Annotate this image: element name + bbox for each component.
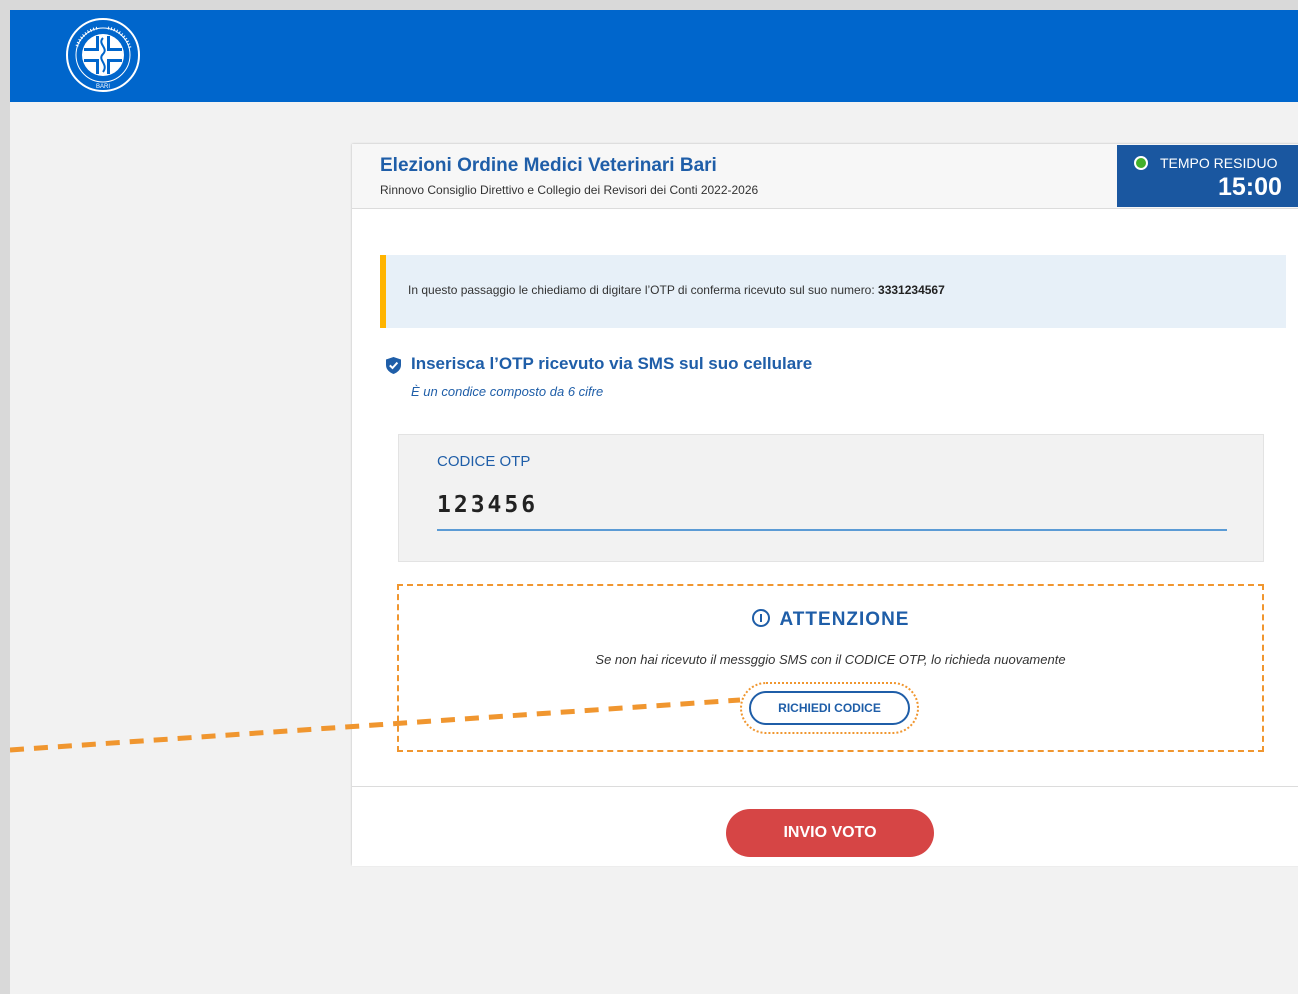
ordine-medici-veterinari-bari-seal-icon: BARI (66, 18, 140, 92)
browser-viewport: BARI Elezioni Ordine Medici Veterinari B… (10, 10, 1298, 994)
remaining-time-label: TEMPO RESIDUO (1160, 155, 1278, 171)
logo-caption: BARI (96, 84, 110, 90)
top-bar: BARI (10, 10, 1298, 102)
warning-heading: ATTENZIONE (399, 609, 1262, 631)
info-circle-icon (751, 609, 770, 627)
otp-field: CODICE OTP (398, 434, 1264, 562)
info-notice-message: In questo passaggio le chiediamo di digi… (408, 283, 879, 297)
submit-vote-button[interactable]: INVIO VOTO (726, 809, 934, 857)
warning-box: ATTENZIONE Se non hai ricevuto il messgg… (397, 584, 1264, 752)
remaining-time-value: 15:00 (1218, 173, 1282, 201)
otp-subtitle: È un condice composto da 6 cifre (411, 384, 604, 399)
request-code-highlight: RICHIEDI CODICE (740, 682, 919, 734)
voting-card: Elezioni Ordine Medici Veterinari Bari R… (352, 144, 1298, 866)
remaining-time-panel: TEMPO RESIDUO 15:00 (1117, 145, 1298, 207)
election-subtitle: Rinnovo Consiglio Direttivo e Collegio d… (380, 183, 759, 197)
election-title: Elezioni Ordine Medici Veterinari Bari (380, 155, 717, 176)
card-header: Elezioni Ordine Medici Veterinari Bari R… (352, 144, 1298, 209)
request-code-button[interactable]: RICHIEDI CODICE (749, 691, 910, 725)
shield-check-icon (386, 357, 401, 374)
warning-text: Se non hai ricevuto il messggio SMS con … (595, 652, 1066, 667)
info-notice: In questo passaggio le chiediamo di digi… (380, 255, 1286, 328)
phone-number: 3331234567 (878, 283, 945, 297)
otp-field-label: CODICE OTP (437, 453, 531, 470)
status-dot-icon (1134, 156, 1148, 170)
otp-title: Inserisca l’OTP ricevuto via SMS sul suo… (411, 354, 813, 373)
otp-code-input[interactable] (437, 481, 1227, 531)
info-notice-text: In questo passaggio le chiediamo di digi… (408, 283, 945, 297)
warning-title: ATTENZIONE (779, 609, 910, 630)
card-footer: INVIO VOTO (352, 786, 1298, 866)
